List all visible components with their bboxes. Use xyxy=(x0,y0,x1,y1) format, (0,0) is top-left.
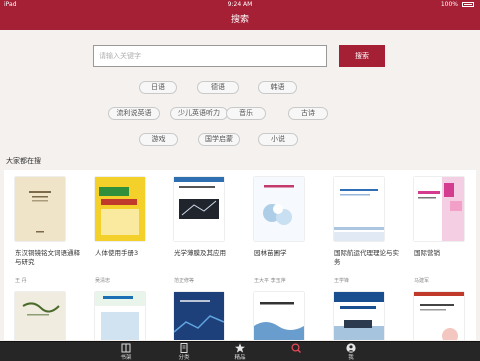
book-cover-art xyxy=(254,177,304,241)
book-title: 光学薄膜及其应用 xyxy=(174,249,226,257)
book-cover-art xyxy=(334,189,384,241)
book-title: 人体使用手册3 xyxy=(95,249,139,257)
book-title: 园林苗圃学 xyxy=(254,249,287,257)
book-cover[interactable] xyxy=(414,292,464,340)
tab-me[interactable]: 我 xyxy=(331,342,371,361)
tag-chip[interactable]: 韩语 xyxy=(258,81,297,94)
tab-category[interactable]: 分类 xyxy=(164,342,204,361)
book-title: 国际营销 xyxy=(414,249,440,257)
status-bar: iPad 9:24 AM 100% xyxy=(0,0,480,10)
tag-chip[interactable]: 国学启蒙 xyxy=(198,133,240,146)
tab-featured[interactable]: 精品 xyxy=(220,342,260,361)
tag-chip[interactable]: 游戏 xyxy=(139,133,178,146)
books-grid: 东汉铜镜铭文词语通释与研究 王 丹 人体使用手册3 吴清忠 光学薄膜及其应用 范… xyxy=(4,170,476,340)
person-icon xyxy=(346,343,356,353)
book-author: 范正修等 xyxy=(174,278,195,284)
tag-chip[interactable]: 音乐 xyxy=(226,107,266,120)
book-cover[interactable] xyxy=(15,292,65,340)
tag-chip[interactable]: 德语 xyxy=(197,81,239,94)
nav-bar: 搜索 xyxy=(0,10,480,30)
book-cover[interactable] xyxy=(174,177,224,241)
book-cover-art xyxy=(254,302,304,340)
tag-chip[interactable]: 流利说英语 xyxy=(108,107,160,120)
book-cover[interactable] xyxy=(334,177,384,241)
tag-chip[interactable]: 古诗 xyxy=(288,107,328,120)
book-title: 国际航运代理理论与实务 xyxy=(334,249,399,266)
book-cover[interactable] xyxy=(254,292,304,340)
search-icon xyxy=(291,343,301,353)
bookshelf-icon xyxy=(121,343,131,353)
book-cover[interactable] xyxy=(414,177,464,241)
book-author: 王学锋 xyxy=(334,278,350,284)
book-cover[interactable] xyxy=(334,292,384,340)
book-author: 马建军 xyxy=(414,278,430,284)
tag-chip[interactable]: 小说 xyxy=(258,133,298,146)
book-cover[interactable] xyxy=(15,177,65,241)
book-cover-art xyxy=(95,177,145,241)
star-icon xyxy=(235,343,245,353)
battery-icon xyxy=(462,2,474,7)
book-cover[interactable] xyxy=(254,177,304,241)
search-button[interactable]: 搜索 xyxy=(339,45,385,67)
book-cover[interactable] xyxy=(95,292,145,340)
book-cover-art xyxy=(418,177,464,241)
book-cover-art xyxy=(174,177,224,219)
section-title: 大家都在搜 xyxy=(6,157,41,165)
book-cover-art xyxy=(95,292,145,340)
book-cover-art xyxy=(22,302,60,316)
book-cover-art xyxy=(29,191,51,233)
book-cover-art xyxy=(174,292,224,340)
battery-percent: 100% xyxy=(440,1,458,8)
book-cover-art xyxy=(334,292,384,340)
category-icon xyxy=(180,343,188,353)
tab-search[interactable] xyxy=(276,342,316,361)
book-author: 王 丹 xyxy=(15,278,27,284)
page-title: 搜索 xyxy=(230,15,249,25)
book-cover[interactable] xyxy=(174,292,224,340)
search-input[interactable] xyxy=(93,45,327,67)
book-author: 王大平 李玉萍 xyxy=(254,278,286,284)
book-cover[interactable] xyxy=(95,177,145,241)
tag-chip[interactable]: 日语 xyxy=(139,81,177,94)
book-author: 吴清忠 xyxy=(95,278,111,284)
book-cover-art xyxy=(414,292,464,340)
book-title: 东汉铜镜铭文词语通释与研究 xyxy=(15,249,80,266)
status-time: 9:24 AM xyxy=(227,1,253,8)
tag-chip[interactable]: 少儿英语听力 xyxy=(170,107,228,120)
tab-bar: 书架 分类 精品 我 xyxy=(0,341,480,361)
tab-bookshelf[interactable]: 书架 xyxy=(106,342,146,361)
